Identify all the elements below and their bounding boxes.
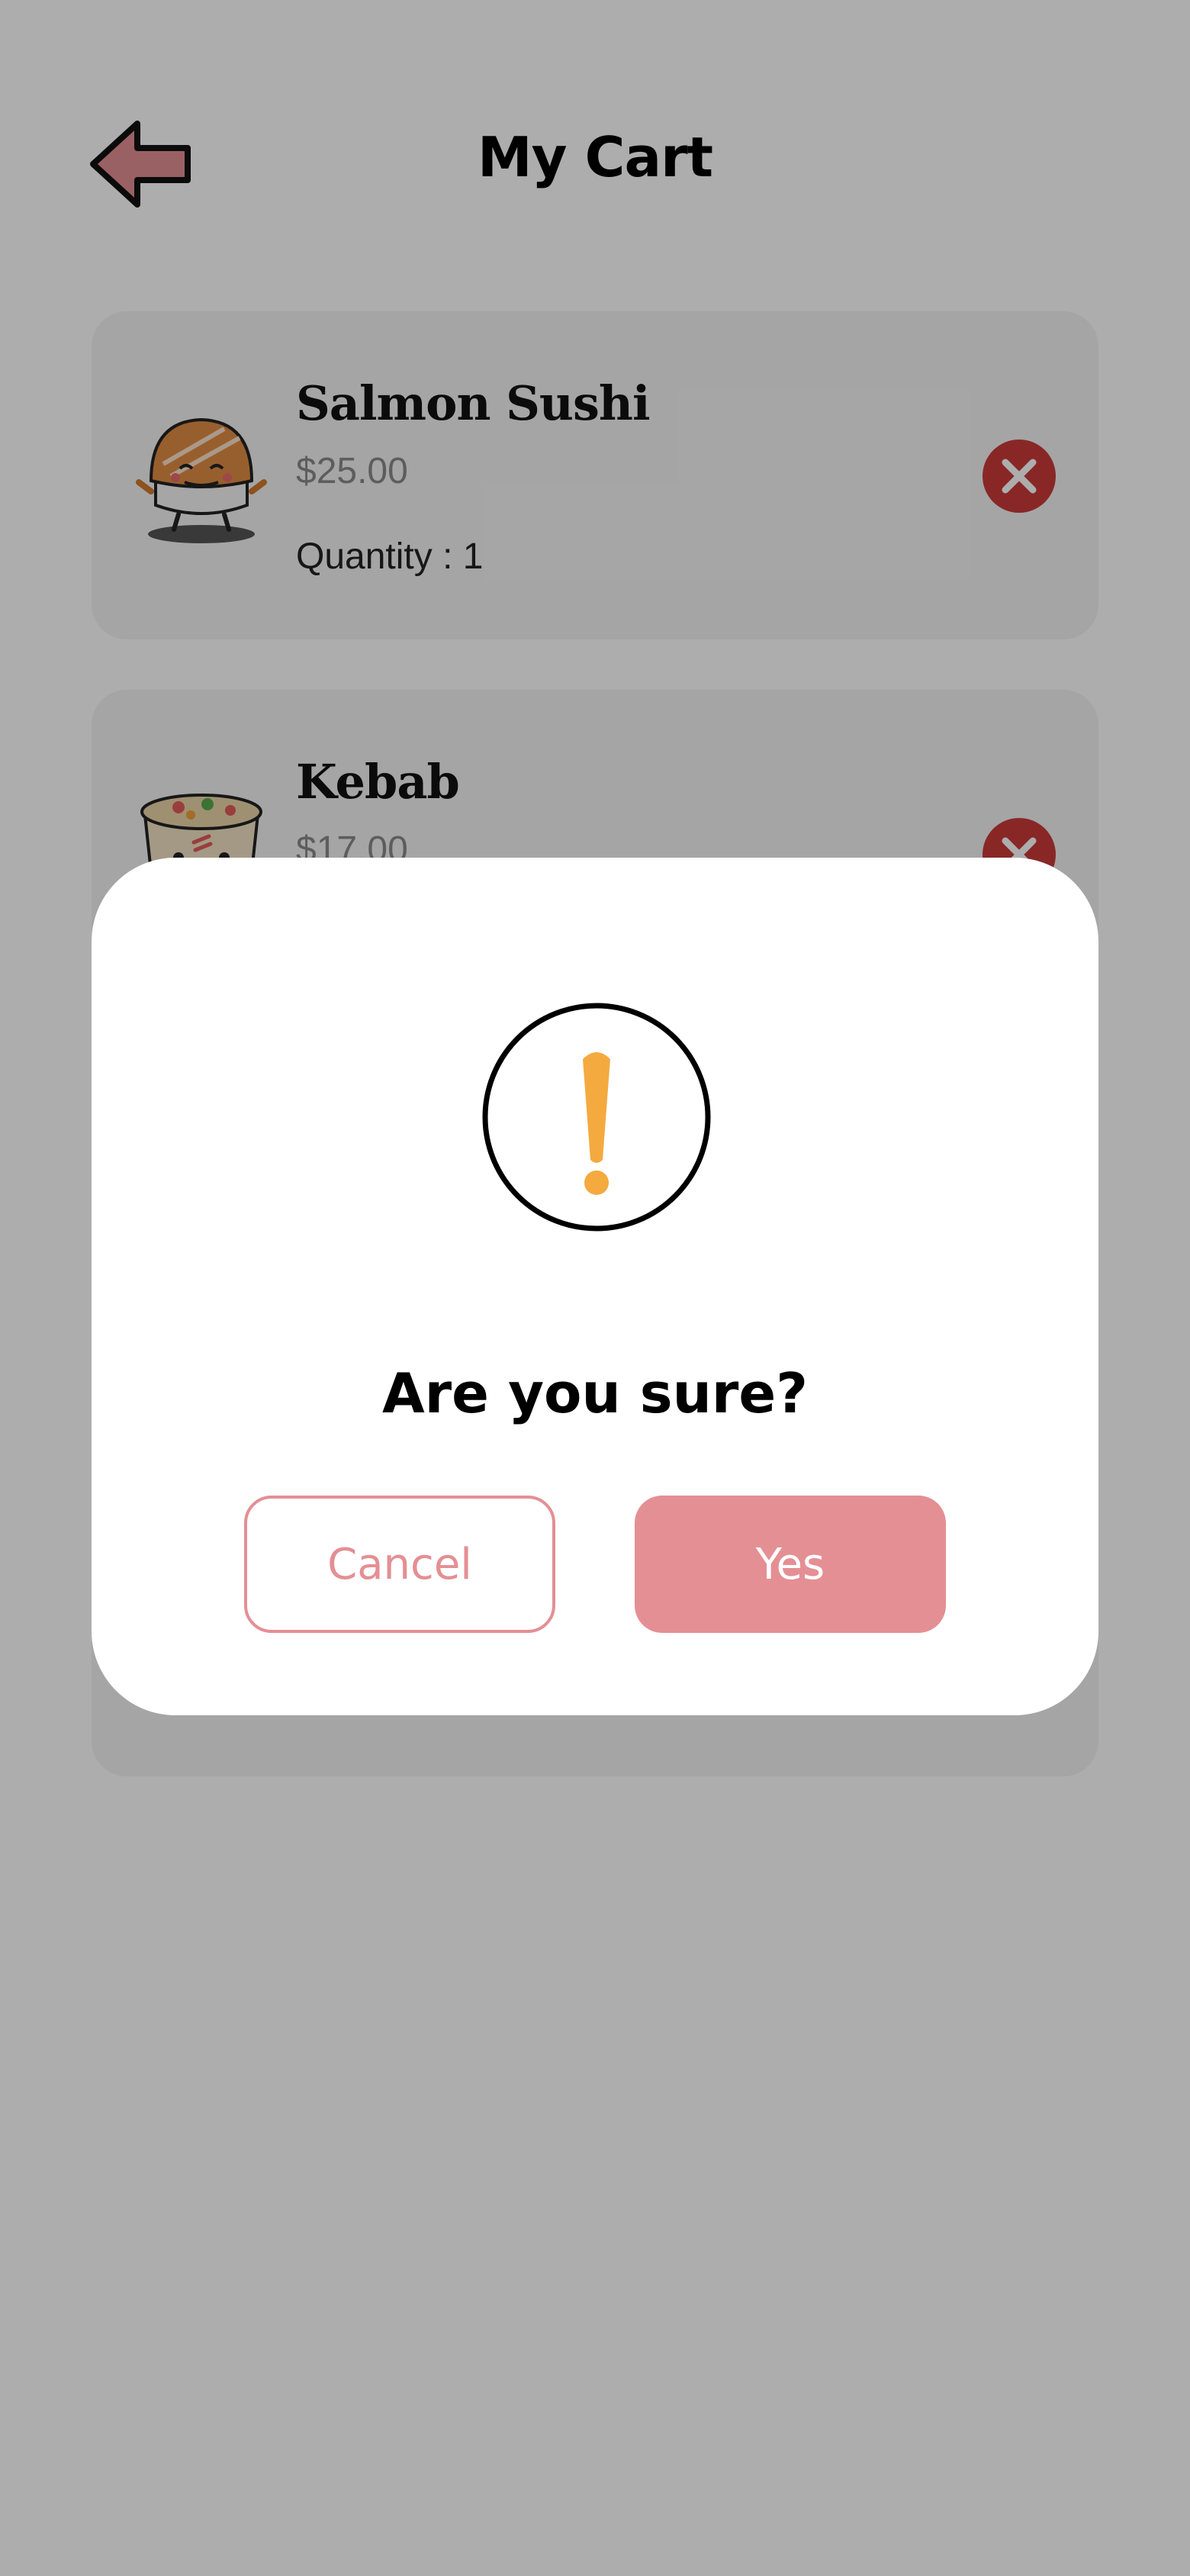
confirm-dialog: Are you sure? Cancel Yes xyxy=(92,858,1098,1715)
warning-icon xyxy=(482,1003,711,1232)
yes-button[interactable]: Yes xyxy=(635,1496,946,1633)
dialog-title: Are you sure? xyxy=(381,1361,809,1425)
cancel-button[interactable]: Cancel xyxy=(244,1496,555,1633)
